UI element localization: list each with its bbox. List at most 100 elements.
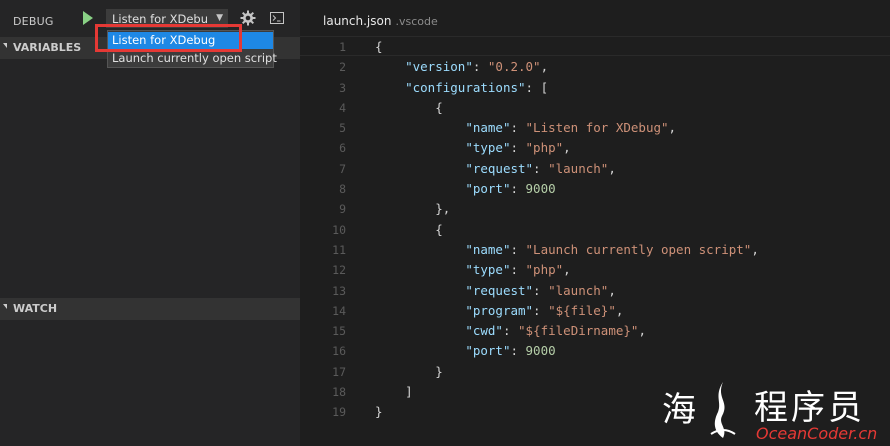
json-punctuation: [375, 120, 465, 135]
code-text: "type": "php",: [375, 138, 570, 158]
line-number: 2: [339, 60, 346, 75]
json-key: "name": [465, 120, 511, 136]
json-key: "name": [465, 241, 511, 257]
line-number: 11: [332, 242, 346, 257]
json-punctuation: :: [533, 302, 549, 318]
json-punctuation: [375, 262, 465, 277]
debug-sidebar: DEBUG Listen for XDebu ▼ VARIABLES WATCH…: [0, 0, 300, 446]
watch-section-header[interactable]: WATCH: [0, 298, 300, 320]
file-folder: .vscode: [395, 15, 438, 28]
json-punctuation: [375, 140, 465, 155]
code-text: }: [375, 402, 383, 422]
code-line: 6 "type": "php",: [300, 138, 890, 158]
code-line: 12 "type": "php",: [300, 260, 890, 280]
line-number: 1: [339, 40, 346, 54]
code-text: {: [375, 98, 443, 118]
code-line: 7 "request": "launch",: [300, 159, 890, 179]
code-lines: 1 {2 "version": "0.2.0", 3 "configurations…: [300, 37, 890, 423]
json-punctuation: ,: [608, 160, 616, 176]
json-punctuation: :: [533, 282, 549, 298]
code-line: 14 "program": "${file}",: [300, 301, 890, 321]
json-string: "${file}": [548, 302, 616, 318]
code-text: "cwd": "${fileDirname}",: [375, 321, 646, 341]
json-punctuation: }: [375, 404, 383, 420]
json-punctuation: ,: [751, 241, 759, 257]
json-key: "port": [465, 343, 511, 359]
json-string: "php": [525, 262, 564, 278]
json-punctuation: },: [375, 201, 451, 217]
code-text: "type": "php",: [375, 260, 571, 280]
watermark-title: 程序员: [754, 388, 865, 428]
line-number: 18: [332, 385, 346, 400]
json-punctuation: [375, 303, 465, 318]
annotation-highlight-box: [95, 24, 242, 52]
code-text: {: [375, 37, 383, 57]
json-string: "Launch currently open script": [525, 241, 752, 257]
json-punctuation: }: [375, 363, 443, 379]
json-punctuation: :: [510, 181, 526, 197]
debug-title: DEBUG: [13, 15, 54, 28]
code-text: "request": "launch",: [375, 159, 616, 179]
json-punctuation: [375, 242, 465, 257]
chevron-down-icon: ▼: [216, 13, 223, 23]
json-punctuation: :: [510, 343, 526, 359]
json-punctuation: : [: [525, 79, 549, 95]
line-number: 17: [332, 364, 346, 379]
json-string: "Listen for XDebug": [525, 120, 669, 136]
json-key: "version": [405, 59, 473, 75]
json-punctuation: :: [510, 140, 526, 156]
json-punctuation: :: [510, 120, 526, 136]
json-punctuation: ,: [563, 262, 571, 278]
code-text: "configurations": [: [375, 78, 548, 98]
watermark: 海 程序员 OceanCoder.cn: [662, 380, 886, 443]
start-debugging-icon[interactable]: [82, 11, 94, 25]
line-number: 8: [339, 182, 346, 197]
code-line: 15 "cwd": "${fileDirname}",: [300, 321, 890, 341]
json-string: "${fileDirname}": [518, 323, 639, 339]
code-line: 11 "name": "Launch currently open script…: [300, 240, 890, 260]
json-string: "launch": [548, 282, 609, 298]
json-punctuation: :: [472, 59, 488, 75]
code-text: "version": "0.2.0",: [375, 57, 548, 77]
flame-logo-icon: [710, 382, 736, 438]
json-key: "type": [465, 262, 511, 278]
code-text: "request": "launch",: [375, 281, 616, 301]
code-line: 10 {: [300, 220, 890, 240]
dropdown-option-launch-open-script[interactable]: Launch currently open script: [108, 50, 277, 67]
line-number: 16: [332, 344, 346, 359]
line-number: 13: [332, 283, 346, 298]
line-number: 3: [339, 80, 346, 95]
line-number: 6: [339, 141, 346, 156]
json-key: "port": [465, 181, 511, 197]
json-key: "program": [465, 302, 534, 318]
json-punctuation: ,: [668, 120, 677, 136]
json-number: 9000: [525, 343, 556, 359]
code-line: 2 "version": "0.2.0",: [300, 57, 890, 77]
gear-icon[interactable]: [240, 10, 256, 26]
line-number: 7: [339, 161, 346, 176]
debug-console-icon[interactable]: [270, 12, 284, 24]
json-punctuation: [375, 323, 465, 338]
line-number: 12: [332, 263, 346, 278]
json-punctuation: [375, 80, 405, 95]
json-string: "launch": [548, 160, 609, 176]
json-string: "php": [525, 140, 564, 156]
line-number: 9: [339, 202, 346, 217]
code-text: "program": "${file}",: [375, 301, 623, 321]
code-text: "port": 9000: [375, 179, 556, 199]
file-tab[interactable]: launch.json .vscode: [323, 14, 438, 28]
json-punctuation: [375, 181, 465, 196]
code-line: 4 {: [300, 98, 890, 118]
json-string: "0.2.0": [487, 59, 541, 75]
json-punctuation: {: [375, 39, 383, 54]
code-text: }: [375, 362, 443, 382]
json-punctuation: ,: [608, 282, 616, 298]
code-text: },: [375, 199, 450, 219]
json-key: "configurations": [405, 79, 526, 95]
line-number: 10: [332, 222, 346, 237]
watermark-logo-char: 海: [662, 390, 696, 430]
json-key: "request": [465, 160, 534, 176]
json-number: 9000: [525, 181, 556, 197]
json-punctuation: :: [510, 241, 526, 257]
line-number: 4: [339, 100, 346, 115]
